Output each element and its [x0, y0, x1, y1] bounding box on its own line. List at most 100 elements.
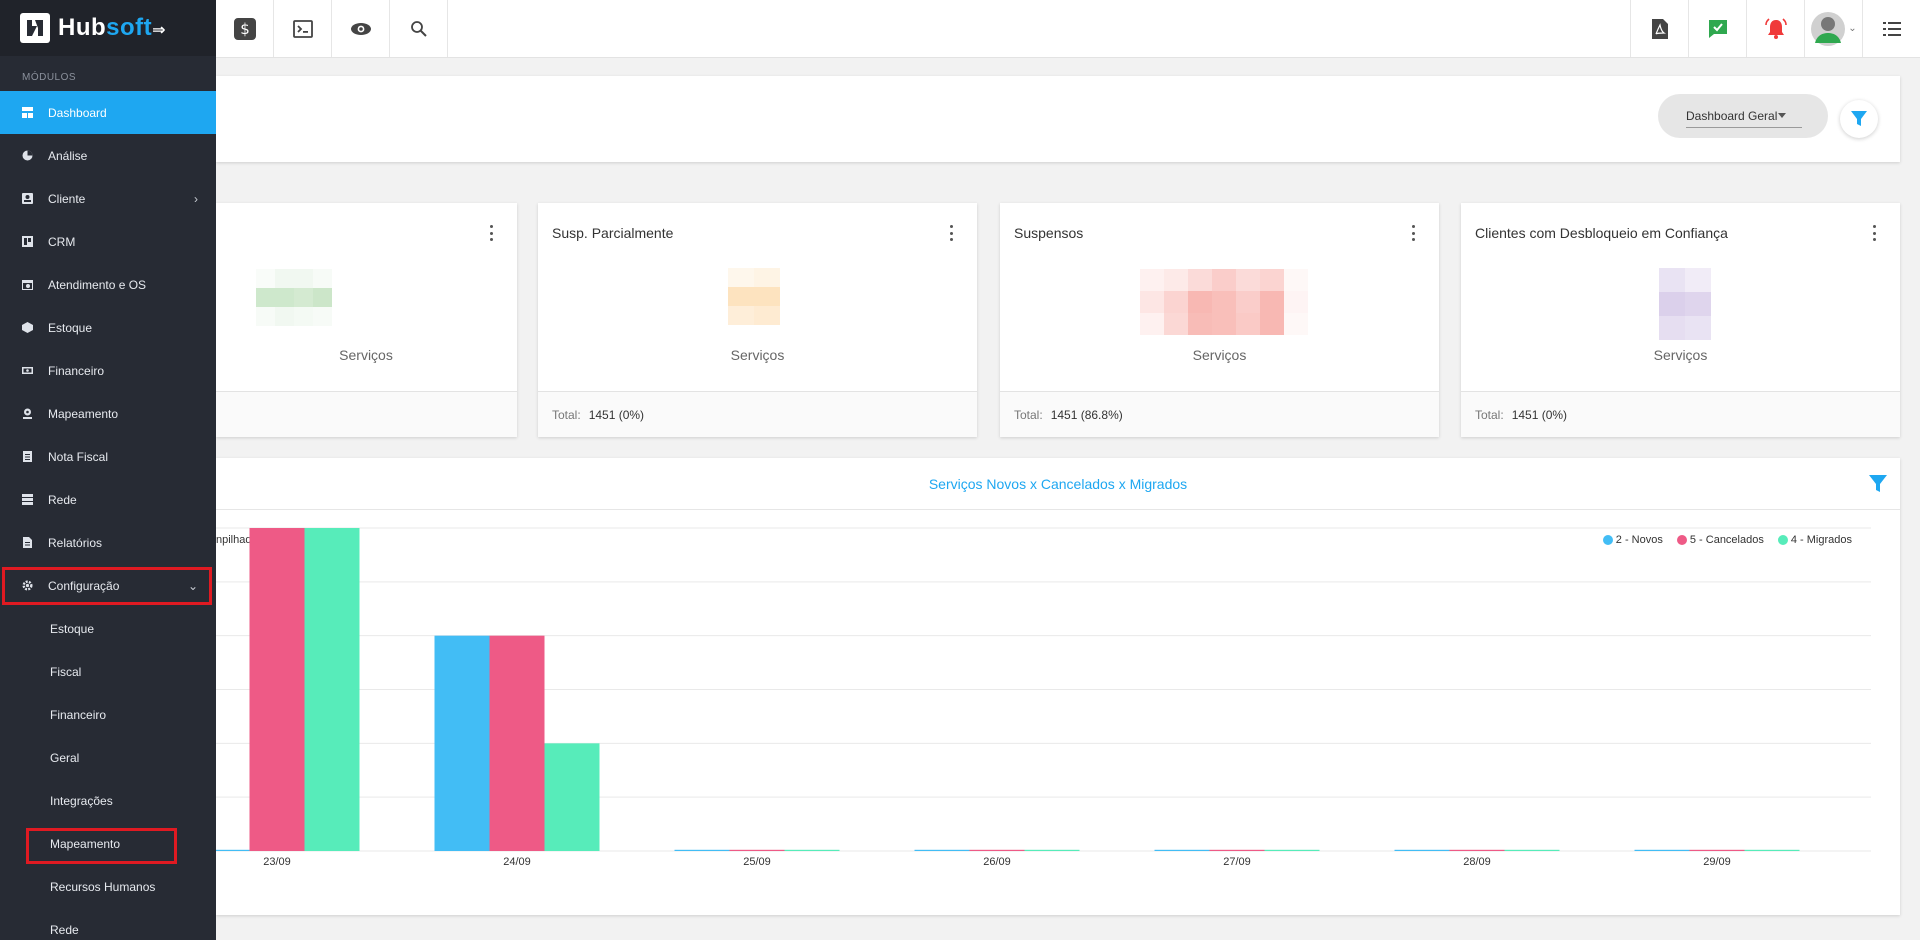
- stat-card-footer: Total: 1451 (0%): [1461, 391, 1900, 437]
- more-vert-icon[interactable]: [1866, 223, 1882, 243]
- bar[interactable]: [1504, 849, 1560, 851]
- sub-item-label: Integrações: [50, 793, 113, 808]
- sidebar-item-rede[interactable]: Rede: [0, 478, 216, 521]
- sidebar-item-analise[interactable]: Análise: [0, 134, 216, 177]
- sidebar-item-mapeamento[interactable]: Mapeamento: [0, 392, 216, 435]
- stat-card-footer: Total: 1451 (86.8%): [1000, 391, 1439, 437]
- bar-chart: 23/09 24/09 25/09 26/09 27/09 28/09 29/09: [216, 527, 1871, 868]
- sidebar-item-atendimento[interactable]: Atendimento e OS: [0, 263, 216, 306]
- sub-item-integracoes[interactable]: Integrações: [0, 779, 216, 822]
- bar[interactable]: [1264, 849, 1320, 851]
- bar[interactable]: [784, 849, 840, 851]
- sub-item-rede[interactable]: Rede: [0, 908, 216, 940]
- mosaic-tile: [728, 268, 754, 287]
- bar[interactable]: [1154, 849, 1210, 851]
- mosaic-tile: [1260, 313, 1284, 335]
- brand[interactable]: Hubsoft⇒: [0, 0, 216, 56]
- mosaic-tile: [313, 269, 332, 288]
- bar[interactable]: [434, 635, 490, 851]
- chart-filter-button[interactable]: [1868, 474, 1888, 499]
- x-tick-label: 24/09: [503, 856, 531, 868]
- mosaic-tile: [728, 287, 754, 306]
- sub-item-label: Fiscal: [50, 664, 82, 679]
- bar[interactable]: [969, 849, 1025, 851]
- brand-arrow-icon: ⇒: [152, 22, 167, 39]
- sidebar-item-label: Atendimento e OS: [48, 277, 147, 292]
- sub-item-mapeamento[interactable]: Mapeamento: [0, 822, 216, 865]
- sidebar-item-estoque[interactable]: Estoque: [0, 306, 216, 349]
- bar[interactable]: [1209, 849, 1265, 851]
- sidebar-item-label: Cliente: [48, 191, 86, 206]
- sidebar-item-label: CRM: [48, 234, 76, 249]
- bar[interactable]: [1634, 849, 1690, 851]
- eye-icon: [350, 22, 371, 35]
- more-vert-icon[interactable]: [483, 223, 499, 243]
- mosaic-tile: [1236, 269, 1260, 291]
- bar[interactable]: [489, 635, 545, 851]
- sidebar-item-label: Financeiro: [48, 363, 105, 378]
- topbar: $ ⌄: [216, 0, 1920, 58]
- mosaic-tile: [1140, 291, 1164, 313]
- bar[interactable]: [216, 849, 250, 851]
- terminal-icon: [292, 19, 313, 38]
- dashboard-icon: [22, 107, 33, 118]
- bar[interactable]: [304, 528, 360, 851]
- brand-name-part2: soft: [106, 14, 153, 41]
- total-value: 1451 (0%): [588, 407, 645, 422]
- search-button[interactable]: [390, 0, 448, 57]
- stat-card-title: Suspensos: [1014, 225, 1084, 241]
- pie-chart-icon: [22, 150, 33, 161]
- stat-card-sub: Serviços: [730, 347, 785, 363]
- sidebar-item-crm[interactable]: CRM: [0, 220, 216, 263]
- dashboard-select[interactable]: Dashboard Geral: [1658, 94, 1828, 138]
- finance-button[interactable]: $: [216, 0, 274, 57]
- mosaic-tile: [1188, 269, 1212, 291]
- bar[interactable]: [729, 849, 785, 851]
- main-content: Dashboard Geral Serviços Susp. Parcialme…: [216, 58, 1920, 940]
- terminal-button[interactable]: [274, 0, 332, 57]
- sub-item-geral[interactable]: Geral: [0, 736, 216, 779]
- sub-item-estoque[interactable]: Estoque: [0, 607, 216, 650]
- mosaic-tile: [275, 269, 294, 288]
- sidebar-item-relatorios[interactable]: Relatórios: [0, 521, 216, 564]
- view-button[interactable]: [332, 0, 390, 57]
- stat-card-chart: [728, 268, 780, 325]
- sidebar-item-dashboard[interactable]: Dashboard: [0, 91, 216, 134]
- bar[interactable]: [1394, 849, 1450, 851]
- sub-item-label: Recursos Humanos: [50, 879, 156, 894]
- menu-list-button[interactable]: [1862, 0, 1920, 57]
- receipt-icon: [22, 451, 33, 462]
- sidebar: Hubsoft⇒ MÓDULOS Dashboard Análise Clien…: [0, 0, 216, 940]
- chevron-right-icon: ›: [194, 191, 198, 206]
- dashboard-filter-button[interactable]: [1840, 100, 1878, 138]
- pdf-button[interactable]: [1630, 0, 1688, 57]
- user-menu-button[interactable]: ⌄: [1804, 0, 1862, 57]
- bar[interactable]: [1449, 849, 1505, 851]
- sub-item-financeiro[interactable]: Financeiro: [0, 693, 216, 736]
- bar[interactable]: [1024, 849, 1080, 851]
- sub-item-recursos-humanos[interactable]: Recursos Humanos: [0, 865, 216, 908]
- bell-icon: [1764, 17, 1787, 39]
- sidebar-item-label: Nota Fiscal: [48, 449, 109, 464]
- bar[interactable]: [544, 743, 600, 851]
- tasks-button[interactable]: [1688, 0, 1746, 57]
- sidebar-item-financeiro[interactable]: Financeiro: [0, 349, 216, 392]
- sidebar-item-nota-fiscal[interactable]: Nota Fiscal: [0, 435, 216, 478]
- bar[interactable]: [249, 528, 305, 851]
- bar[interactable]: [1744, 849, 1800, 851]
- sidebar-item-configuracao[interactable]: Configuração ⌄: [0, 564, 216, 607]
- sub-item-fiscal[interactable]: Fiscal: [0, 650, 216, 693]
- sidebar-item-label: Relatórios: [48, 535, 103, 550]
- more-vert-icon[interactable]: [1405, 223, 1421, 243]
- caret-down-icon: [1778, 113, 1786, 118]
- bar[interactable]: [1689, 849, 1745, 851]
- more-vert-icon[interactable]: [943, 223, 959, 243]
- sidebar-item-cliente[interactable]: Cliente ›: [0, 177, 216, 220]
- x-tick-label: 23/09: [263, 856, 291, 868]
- notifications-button[interactable]: [1746, 0, 1804, 57]
- total-label: Total:: [1475, 407, 1504, 422]
- bar[interactable]: [674, 849, 730, 851]
- stat-card-chart: [1659, 268, 1711, 340]
- bar[interactable]: [914, 849, 970, 851]
